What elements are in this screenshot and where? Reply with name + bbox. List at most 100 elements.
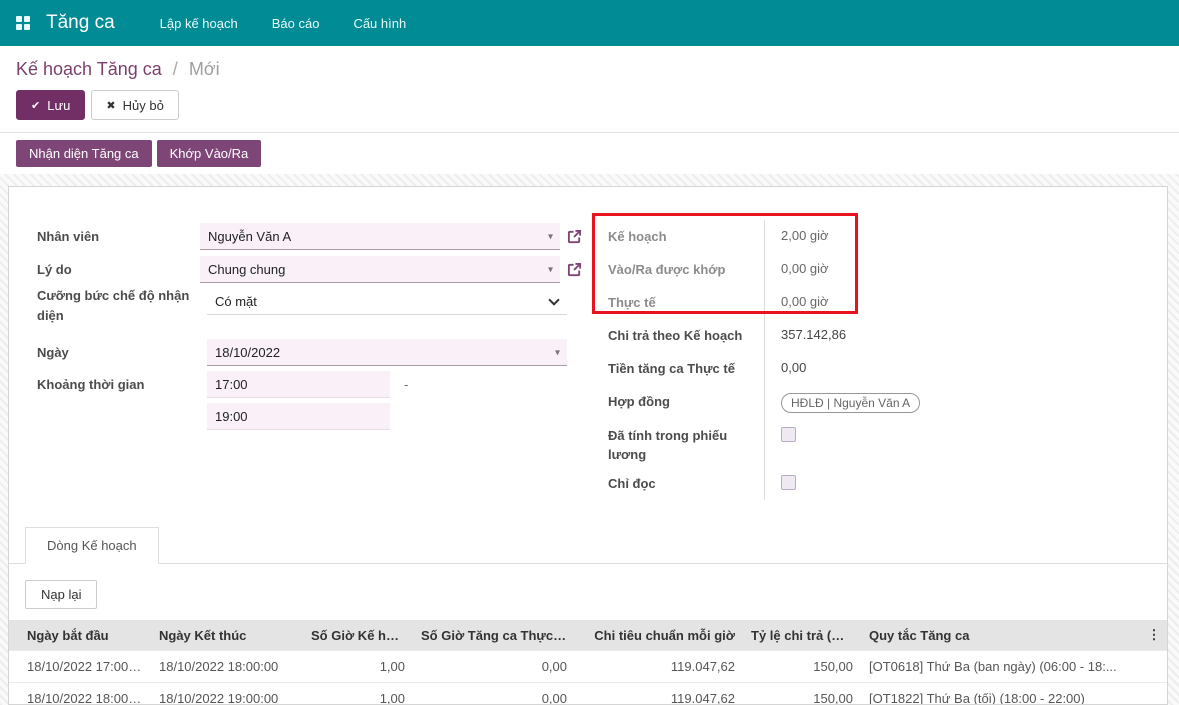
in-payslip-label: Đã tính trong phiếu lương bbox=[608, 419, 764, 467]
period-from-row: Khoảng thời gian 17:00 - bbox=[37, 369, 582, 400]
smart-buttons-row: Nhận diện Tăng ca Khớp Vào/Ra bbox=[0, 133, 1179, 174]
notebook-tab-bar: Dòng Kế hoạch bbox=[9, 527, 1167, 564]
reload-button[interactable]: Nạp lại bbox=[25, 580, 97, 609]
external-link-icon[interactable] bbox=[567, 262, 582, 277]
breadcrumb-current: Mới bbox=[189, 59, 220, 79]
employee-label: Nhân viên bbox=[37, 227, 200, 247]
match-checkin-button[interactable]: Khớp Vào/Ra bbox=[157, 140, 262, 167]
col-header-standard-pay[interactable]: Chi tiêu chuẩn mỗi giờ bbox=[575, 620, 743, 651]
form-card: Nhân viên Nguyễn Văn A ▾ Lý do bbox=[8, 186, 1168, 705]
reason-row: Lý do Chung chung ▾ bbox=[37, 253, 582, 286]
nav-menu-reports[interactable]: Báo cáo bbox=[255, 2, 337, 45]
contract-badge[interactable]: HĐLĐ | Nguyễn Văn A bbox=[781, 393, 920, 413]
mode-field[interactable]: Có mặt bbox=[207, 288, 567, 315]
planned-hours-row: Kế hoạch 2,00 giờ bbox=[608, 220, 1133, 253]
cell-actual-ot-hours[interactable]: 0,00 bbox=[413, 683, 575, 705]
plan-lines-table: Ngày bắt đầu Ngày Kết thúc Số Giờ Kế hoạ… bbox=[9, 620, 1167, 705]
contract-label: Hợp đồng bbox=[608, 385, 764, 419]
mode-row: Cưỡng bức chế độ nhận diện Có mặt bbox=[37, 286, 582, 336]
actual-hours-value: 0,00 giờ bbox=[764, 286, 1133, 319]
planned-hours-value: 2,00 giờ bbox=[764, 220, 1133, 253]
readonly-cell bbox=[764, 467, 1133, 500]
actual-hours-row: Thực tế 0,00 giờ bbox=[608, 286, 1133, 319]
chevron-down-icon[interactable]: ▾ bbox=[548, 264, 553, 275]
attendance-overtime-button[interactable]: Nhận diện Tăng ca bbox=[16, 140, 152, 167]
cell-standard-pay[interactable]: 119.047,62 bbox=[575, 683, 743, 705]
col-header-end-date[interactable]: Ngày Kết thúc bbox=[151, 620, 303, 651]
reason-input[interactable]: Chung chung bbox=[200, 256, 560, 283]
in-payslip-checkbox[interactable] bbox=[781, 427, 796, 442]
planned-pay-row: Chi trả theo Kế hoạch 357.142,86 bbox=[608, 319, 1133, 352]
employee-input[interactable]: Nguyễn Văn A bbox=[200, 223, 560, 250]
matched-hours-value: 0,00 giờ bbox=[764, 253, 1133, 286]
matched-hours-label: Vào/Ra được khớp bbox=[608, 253, 764, 286]
reason-field[interactable]: Chung chung ▾ bbox=[200, 256, 560, 283]
form-area: Nhân viên Nguyễn Văn A ▾ Lý do bbox=[9, 187, 1167, 500]
cell-options bbox=[1141, 683, 1167, 705]
planned-hours-label: Kế hoạch bbox=[608, 220, 764, 253]
tab-plan-lines[interactable]: Dòng Kế hoạch bbox=[25, 527, 159, 564]
discard-button-label: Hủy bỏ bbox=[123, 98, 164, 113]
matched-hours-row: Vào/Ra được khớp 0,00 giờ bbox=[608, 253, 1133, 286]
readonly-row: Chỉ đọc bbox=[608, 467, 1133, 500]
apps-grid-icon[interactable] bbox=[16, 16, 31, 31]
chevron-down-icon[interactable]: ▾ bbox=[555, 347, 560, 358]
cell-end-date[interactable]: 18/10/2022 19:00:00 bbox=[151, 683, 303, 705]
mode-select[interactable]: Có mặt bbox=[207, 288, 567, 315]
cell-planned-hours[interactable]: 1,00 bbox=[303, 683, 413, 705]
cell-start-date[interactable]: 18/10/2022 18:00:00 bbox=[9, 683, 151, 705]
date-field[interactable]: 18/10/2022 ▾ bbox=[207, 339, 567, 366]
app-title[interactable]: Tăng ca bbox=[46, 12, 115, 34]
mode-label: Cưỡng bức chế độ nhận diện bbox=[37, 286, 207, 325]
actual-hours-label: Thực tế bbox=[608, 286, 764, 319]
save-button-label: Lưu bbox=[47, 98, 70, 113]
top-navbar: Tăng ca Lập kế hoạch Báo cáo Cấu hình bbox=[0, 0, 1179, 46]
breadcrumb-separator: / bbox=[173, 59, 178, 79]
in-payslip-cell bbox=[764, 419, 1133, 467]
col-header-actual-ot-hours[interactable]: Số Giờ Tăng ca Thực tế bbox=[413, 620, 575, 651]
cell-pay-rate[interactable]: 150,00 bbox=[743, 683, 861, 705]
cell-standard-pay[interactable]: 119.047,62 bbox=[575, 651, 743, 683]
cell-planned-hours[interactable]: 1,00 bbox=[303, 651, 413, 683]
external-link-icon[interactable] bbox=[567, 229, 582, 244]
date-row: Ngày 18/10/2022 ▾ bbox=[37, 336, 582, 369]
cell-options bbox=[1141, 651, 1167, 683]
action-buttons-row: ✔ Lưu ✖ Hủy bỏ bbox=[0, 86, 1179, 132]
cell-pay-rate[interactable]: 150,00 bbox=[743, 651, 861, 683]
table-header-row: Ngày bắt đầu Ngày Kết thúc Số Giờ Kế hoạ… bbox=[9, 620, 1167, 651]
col-header-ot-rule[interactable]: Quy tắc Tăng ca bbox=[861, 620, 1141, 651]
col-header-start-date[interactable]: Ngày bắt đầu bbox=[9, 620, 151, 651]
col-header-planned-hours[interactable]: Số Giờ Kế hoạch... bbox=[303, 620, 413, 651]
discard-button[interactable]: ✖ Hủy bỏ bbox=[91, 90, 178, 120]
period-label: Khoảng thời gian bbox=[37, 375, 207, 395]
planned-pay-value: 357.142,86 bbox=[764, 319, 1133, 352]
cell-end-date[interactable]: 18/10/2022 18:00:00 bbox=[151, 651, 303, 683]
breadcrumb-parent-link[interactable]: Kế hoạch Tăng ca bbox=[16, 59, 162, 79]
readonly-checkbox[interactable] bbox=[781, 475, 796, 490]
col-header-pay-rate[interactable]: Tỷ lệ chi trả (%)... bbox=[743, 620, 861, 651]
save-button[interactable]: ✔ Lưu bbox=[16, 90, 85, 120]
planned-pay-label: Chi trả theo Kế hoạch bbox=[608, 319, 764, 352]
period-from-input[interactable]: 17:00 bbox=[207, 371, 390, 398]
period-to-input[interactable]: 19:00 bbox=[207, 403, 390, 430]
chevron-down-icon[interactable]: ▾ bbox=[548, 231, 553, 242]
cell-ot-rule[interactable]: [OT1822] Thứ Ba (tối) (18:00 - 22:00) bbox=[861, 683, 1141, 705]
readonly-label: Chỉ đọc bbox=[608, 467, 764, 500]
table-row[interactable]: 18/10/2022 18:00:00 18/10/2022 19:00:00 … bbox=[9, 683, 1167, 705]
nav-menu-settings[interactable]: Cấu hình bbox=[336, 2, 423, 45]
date-input[interactable]: 18/10/2022 bbox=[207, 339, 567, 366]
employee-row: Nhân viên Nguyễn Văn A ▾ bbox=[37, 220, 582, 253]
notebook: Dòng Kế hoạch Nạp lại Ngày bắt đầu Ngày … bbox=[9, 527, 1167, 705]
check-icon: ✔ bbox=[31, 99, 40, 112]
nav-menu-planning[interactable]: Lập kế hoạch bbox=[143, 2, 255, 45]
cell-ot-rule[interactable]: [OT0618] Thứ Ba (ban ngày) (06:00 - 18:.… bbox=[861, 651, 1141, 683]
form-right-column: Kế hoạch 2,00 giờ Vào/Ra được khớp 0,00 … bbox=[608, 220, 1167, 500]
cell-actual-ot-hours[interactable]: 0,00 bbox=[413, 651, 575, 683]
date-label: Ngày bbox=[37, 343, 207, 363]
table-row[interactable]: 18/10/2022 17:00:00 18/10/2022 18:00:00 … bbox=[9, 651, 1167, 683]
contract-value-cell: HĐLĐ | Nguyễn Văn A bbox=[764, 385, 1133, 419]
column-options-icon[interactable]: ⋮ bbox=[1141, 620, 1167, 651]
form-left-column: Nhân viên Nguyễn Văn A ▾ Lý do bbox=[37, 220, 582, 500]
employee-field[interactable]: Nguyễn Văn A ▾ bbox=[200, 223, 560, 250]
cell-start-date[interactable]: 18/10/2022 17:00:00 bbox=[9, 651, 151, 683]
